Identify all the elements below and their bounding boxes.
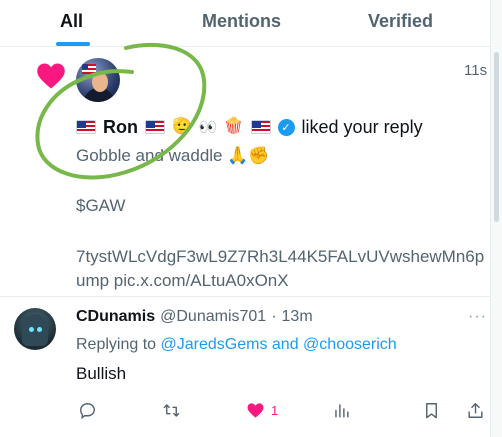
us-flag-icon — [250, 120, 271, 134]
tweet-author-handle[interactable]: @Dunamis701 — [160, 308, 266, 326]
tab-all[interactable]: All — [0, 0, 182, 46]
tab-verified-label: Verified — [368, 11, 434, 31]
mention-link[interactable]: @JaredsGems — [161, 336, 268, 353]
mention-link[interactable]: @chooserich — [303, 336, 397, 353]
more-options-icon[interactable]: ··· — [468, 308, 487, 326]
reply-preview[interactable]: Gobble and waddle 🙏✊ — [76, 146, 270, 166]
tab-verified[interactable]: Verified — [324, 0, 490, 46]
views-icon — [335, 403, 349, 418]
avatar[interactable] — [14, 308, 56, 350]
avatar[interactable] — [76, 58, 120, 102]
share-icon — [468, 402, 483, 418]
tweet-time[interactable]: 13m — [282, 308, 313, 326]
reply-icon — [80, 402, 95, 419]
reply-button[interactable] — [78, 398, 97, 422]
popcorn-icon: 🍿 — [223, 118, 244, 135]
like-notification[interactable]: 11s Ron 🫡 👀 🍿 ✓ liked your reply Gobble … — [0, 42, 490, 297]
heart-icon — [37, 63, 65, 89]
contract-text: 7tystWLcVdgF3wL9Z7Rh3L44K5FALvUVwshewMn6… — [76, 247, 485, 290]
liked-line: Ron 🫡 👀 🍿 ✓ liked your reply — [76, 115, 423, 139]
face-emoji-icon: 🫡 — [172, 118, 192, 135]
eyes-icon: 👀 — [198, 118, 218, 136]
mention-and: and — [271, 336, 299, 353]
tab-all-label: All — [60, 11, 84, 31]
tweet-actions: 1 — [76, 398, 488, 422]
scrollbar-thumb[interactable] — [494, 52, 499, 222]
pray-fist-emoji-icon: 🙏✊ — [227, 146, 270, 165]
reply-text: Gobble and waddle — [76, 146, 223, 165]
repost-icon — [163, 403, 180, 417]
replying-to: Replying to @JaredsGems and @chooserich — [76, 336, 397, 354]
notifications-page: All Mentions Verified 11s Ron 🫡 👀 🍿 ✓ li… — [0, 0, 502, 437]
user-name[interactable]: Ron — [103, 117, 138, 138]
ticker-text: $GAW — [76, 196, 126, 215]
flag-icon — [82, 64, 96, 74]
tweet-text: Bullish — [76, 364, 127, 383]
replying-prefix: Replying to — [76, 336, 157, 353]
share-button[interactable] — [466, 398, 485, 422]
bookmark-button[interactable] — [422, 398, 441, 422]
tab-mentions[interactable]: Mentions — [182, 0, 324, 46]
scrollbar[interactable] — [490, 0, 502, 437]
repost-button[interactable] — [162, 398, 181, 422]
liked-text: liked your reply — [301, 116, 423, 137]
notification-time: 11s — [464, 62, 488, 79]
us-flag-icon — [145, 120, 165, 134]
like-count: 1 — [271, 402, 279, 418]
separator-dot: · — [271, 308, 277, 325]
like-button[interactable]: 1 — [246, 398, 278, 422]
tweet-header: CDunamis @Dunamis701 · 13m — [76, 308, 313, 326]
heart-icon — [247, 402, 264, 418]
views-button[interactable] — [332, 398, 351, 422]
reply-tweet[interactable]: CDunamis @Dunamis701 · 13m ··· Replying … — [0, 298, 490, 437]
notification-tabs: All Mentions Verified — [0, 0, 490, 47]
bookmark-icon — [426, 402, 437, 418]
verified-badge-icon: ✓ — [277, 118, 295, 136]
us-flag-icon — [76, 120, 96, 134]
tweet-author-name[interactable]: CDunamis — [76, 308, 155, 326]
tab-mentions-label: Mentions — [202, 11, 281, 31]
